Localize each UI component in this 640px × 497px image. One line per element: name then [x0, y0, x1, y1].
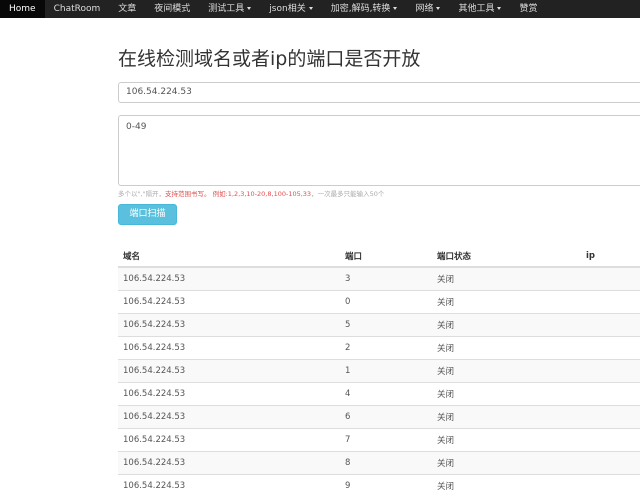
- cell-port: 0: [340, 291, 432, 314]
- nav-item-label: 文章: [118, 4, 136, 14]
- caret-down-icon: [247, 7, 251, 10]
- ports-value: 0-49: [126, 122, 146, 132]
- table-row: 106.54.224.531关闭: [118, 360, 640, 383]
- cell-port: 6: [340, 406, 432, 429]
- caret-down-icon: [436, 7, 440, 10]
- help-prefix: 多个以","隔开，: [118, 190, 165, 198]
- cell-status: 关闭: [432, 406, 581, 429]
- cell-status: 关闭: [432, 360, 581, 383]
- cell-ip: [581, 360, 640, 383]
- cell-ip: [581, 314, 640, 337]
- cell-ip: [581, 406, 640, 429]
- nav-item-2[interactable]: 文章: [109, 0, 145, 18]
- results-table: 域名 端口 端口状态 ip 106.54.224.533关闭106.54.224…: [118, 245, 640, 497]
- host-input[interactable]: 106.54.224.53: [118, 82, 640, 103]
- table-row: 106.54.224.533关闭: [118, 267, 640, 291]
- header-domain: 域名: [118, 245, 340, 267]
- caret-down-icon: [393, 7, 397, 10]
- nav-item-3[interactable]: 夜间模式: [145, 0, 199, 18]
- ports-textarea[interactable]: 0-49: [118, 115, 640, 186]
- cell-domain: 106.54.224.53: [118, 337, 340, 360]
- table-row: 106.54.224.536关闭: [118, 406, 640, 429]
- cell-status: 关闭: [432, 314, 581, 337]
- nav-item-label: 其他工具: [458, 4, 494, 14]
- nav-item-4[interactable]: 测试工具: [199, 0, 260, 18]
- main-content: 在线检测域名或者ip的端口是否开放 106.54.224.53 0-49 多个以…: [118, 18, 640, 71]
- header-ip: ip: [581, 245, 640, 267]
- port-scan-button[interactable]: 端口扫描: [118, 204, 177, 225]
- caret-down-icon: [309, 7, 313, 10]
- cell-status: 关闭: [432, 267, 581, 291]
- cell-ip: [581, 383, 640, 406]
- cell-port: 4: [340, 383, 432, 406]
- nav-item-label: Home: [9, 4, 36, 14]
- nav-item-1[interactable]: ChatRoom: [45, 0, 110, 18]
- table-header-row: 域名 端口 端口状态 ip: [118, 245, 640, 267]
- nav-item-label: 网络: [415, 4, 433, 14]
- cell-ip: [581, 337, 640, 360]
- table-row: 106.54.224.534关闭: [118, 383, 640, 406]
- cell-port: 5: [340, 314, 432, 337]
- cell-domain: 106.54.224.53: [118, 360, 340, 383]
- cell-ip: [581, 429, 640, 452]
- cell-domain: 106.54.224.53: [118, 429, 340, 452]
- nav-item-6[interactable]: 加密,解码,转换: [322, 0, 407, 18]
- nav-item-5[interactable]: json相关: [260, 0, 321, 18]
- nav-item-0[interactable]: Home: [0, 0, 45, 18]
- cell-ip: [581, 291, 640, 314]
- table-row: 106.54.224.538关闭: [118, 452, 640, 475]
- nav-item-label: ChatRoom: [54, 4, 101, 14]
- table-row: 106.54.224.530关闭: [118, 291, 640, 314]
- nav-item-label: 加密,解码,转换: [331, 4, 391, 14]
- cell-port: 1: [340, 360, 432, 383]
- table-row: 106.54.224.537关闭: [118, 429, 640, 452]
- cell-domain: 106.54.224.53: [118, 383, 340, 406]
- cell-port: 2: [340, 337, 432, 360]
- cell-port: 7: [340, 429, 432, 452]
- table-row: 106.54.224.535关闭: [118, 314, 640, 337]
- nav-item-8[interactable]: 其他工具: [449, 0, 510, 18]
- header-port: 端口: [340, 245, 432, 267]
- cell-status: 关闭: [432, 337, 581, 360]
- cell-port: 3: [340, 267, 432, 291]
- cell-domain: 106.54.224.53: [118, 406, 340, 429]
- nav-item-label: 赞赏: [519, 4, 537, 14]
- cell-status: 关闭: [432, 452, 581, 475]
- cell-status: 关闭: [432, 429, 581, 452]
- nav-item-7[interactable]: 网络: [406, 0, 449, 18]
- top-navbar: Home ChatRoom 文章 夜间模式 测试工具 json相关 加密,解码,转换 网络 其他…: [0, 0, 640, 18]
- help-highlight: 支持范围书写。 例如:1,2,3,10-20,8,100-105,33: [165, 190, 311, 198]
- caret-down-icon: [497, 7, 501, 10]
- nav-item-label: json相关: [269, 4, 305, 14]
- nav-item-9[interactable]: 赞赏: [510, 0, 546, 18]
- cell-ip: [581, 267, 640, 291]
- nav-item-label: 夜间模式: [154, 4, 190, 14]
- nav-item-label: 测试工具: [208, 4, 244, 14]
- cell-status: 关闭: [432, 291, 581, 314]
- page-title: 在线检测域名或者ip的端口是否开放: [118, 47, 640, 71]
- header-status: 端口状态: [432, 245, 581, 267]
- table-row: 106.54.224.532关闭: [118, 337, 640, 360]
- ports-help-text: 多个以","隔开，支持范围书写。 例如:1,2,3,10-20,8,100-10…: [118, 188, 384, 198]
- cell-status: 关闭: [432, 383, 581, 406]
- help-suffix: ，一次最多只能输入50个: [311, 190, 384, 198]
- cell-domain: 106.54.224.53: [118, 452, 340, 475]
- cell-domain: 106.54.224.53: [118, 314, 340, 337]
- cell-domain: 106.54.224.53: [118, 291, 340, 314]
- cell-port: 8: [340, 452, 432, 475]
- cell-ip: [581, 452, 640, 475]
- cell-domain: 106.54.224.53: [118, 267, 340, 291]
